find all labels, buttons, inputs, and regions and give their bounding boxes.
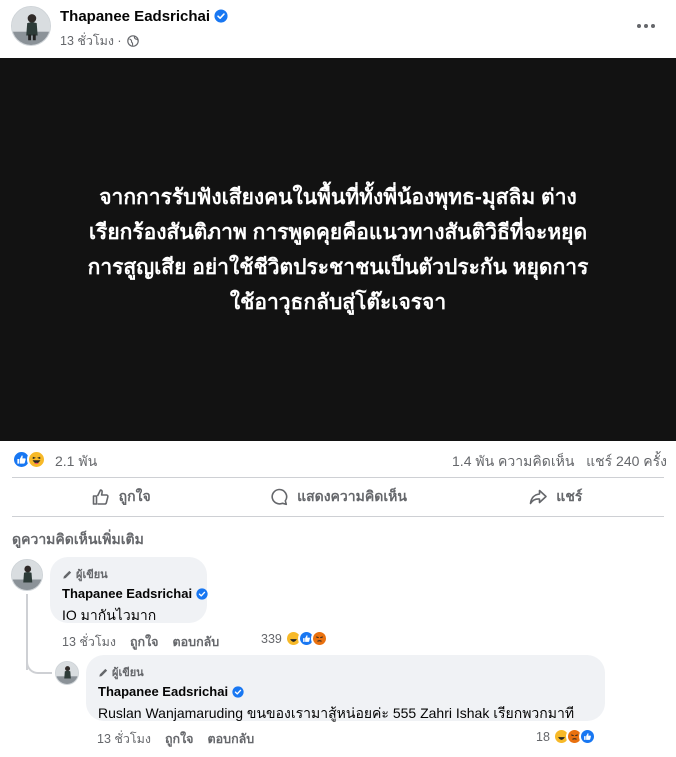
post-time[interactable]: 13 ชั่วโมง	[60, 34, 114, 48]
comment-like-button[interactable]: ถูกใจ	[130, 632, 159, 652]
author-badge: ผู้เขียน	[98, 663, 593, 681]
comment-reactions-count: 339	[261, 631, 282, 646]
reply-author[interactable]: Thapanee Eadsrichai	[98, 684, 593, 699]
haha-reaction-icon	[27, 450, 46, 469]
thread-connector	[26, 656, 52, 674]
author-badge-label: ผู้เขียน	[76, 569, 108, 581]
share-icon	[529, 489, 548, 505]
verified-icon	[232, 686, 244, 698]
comment-author[interactable]: Thapanee Eadsrichai	[62, 586, 208, 601]
comment-icon	[271, 488, 288, 506]
reply-actions: 13 ชั่วโมง ถูกใจ ตอบกลับ	[97, 729, 254, 749]
pencil-icon	[63, 570, 72, 579]
verified-icon	[196, 588, 208, 600]
view-more-comments[interactable]: ดูความคิดเห็นเพิ่มเติม	[12, 529, 144, 551]
post-meta: 13 ชั่วโมง ·	[60, 31, 139, 51]
reply-reactions[interactable]: 18	[536, 728, 596, 745]
reply-time[interactable]: 13 ชั่วโมง	[97, 729, 151, 749]
author-name[interactable]: Thapanee Eadsrichai	[60, 8, 228, 25]
reply-avatar[interactable]	[55, 661, 79, 685]
shares-count[interactable]: แชร์ 240 ครั้ง	[586, 453, 667, 469]
comment-actions: 13 ชั่วโมง ถูกใจ ตอบกลับ	[62, 632, 219, 652]
comment-bubble: ผู้เขียน Thapanee Eadsrichai IO มากันไวม…	[50, 557, 208, 623]
meta-separator: ·	[117, 34, 122, 48]
reply-reactions-count: 18	[536, 729, 550, 744]
post-header: Thapanee Eadsrichai 13 ชั่วโมง ·	[0, 0, 676, 58]
reply-author-name[interactable]: Thapanee Eadsrichai	[98, 684, 228, 699]
comment-label: แสดงความคิดเห็น	[297, 488, 407, 504]
reply-text: Ruslan Wanjamaruding ขนของเรามาสู้หน่อยค…	[98, 705, 575, 721]
post-actions: ถูกใจ แสดงความคิดเห็น แชร์	[12, 477, 664, 517]
reaction-icons[interactable]	[12, 450, 46, 469]
post-image[interactable]: จากการรับฟังเสียงคนในพื้นที่ทั้งพี่น้องพ…	[0, 58, 676, 441]
post-image-text: จากการรับฟังเสียงคนในพื้นที่ทั้งพี่น้องพ…	[87, 185, 589, 314]
stats-right: 1.4 พัน ความคิดเห็น แชร์ 240 ครั้ง	[452, 451, 667, 473]
globe-icon	[127, 35, 139, 47]
author-badge-label: ผู้เขียน	[112, 667, 144, 679]
verified-icon	[214, 9, 228, 23]
like-reaction-icon	[578, 728, 596, 745]
comments-count[interactable]: 1.4 พัน ความคิดเห็น	[452, 453, 574, 469]
angry-reaction-icon	[310, 630, 328, 647]
reply-like-button[interactable]: ถูกใจ	[165, 729, 194, 749]
like-button[interactable]: ถูกใจ	[12, 478, 229, 516]
share-button[interactable]: แชร์	[447, 478, 664, 516]
comment-button[interactable]: แสดงความคิดเห็น	[229, 478, 446, 516]
comment-text: IO มากันไวมาก	[62, 607, 157, 623]
reply-reply-button[interactable]: ตอบกลับ	[208, 729, 255, 749]
like-label: ถูกใจ	[118, 488, 151, 504]
post-stats: 2.1 พัน 1.4 พัน ความคิดเห็น แชร์ 240 ครั…	[0, 441, 676, 477]
comment-time[interactable]: 13 ชั่วโมง	[62, 632, 116, 652]
reply-bubble: ผู้เขียน Thapanee Eadsrichai Ruslan Wanj…	[86, 655, 605, 721]
comment-reactions[interactable]: 339	[261, 630, 328, 647]
comment-avatar[interactable]	[11, 559, 43, 591]
reactions-count[interactable]: 2.1 พัน	[55, 451, 97, 473]
pencil-icon	[99, 668, 108, 677]
comment-author-name[interactable]: Thapanee Eadsrichai	[62, 586, 192, 601]
author-avatar[interactable]	[11, 6, 51, 46]
thumbs-up-icon	[92, 489, 109, 505]
author-badge: ผู้เขียน	[62, 565, 195, 583]
author-name-text[interactable]: Thapanee Eadsrichai	[60, 8, 210, 25]
comment-reply-button[interactable]: ตอบกลับ	[173, 632, 220, 652]
more-icon[interactable]	[634, 14, 658, 38]
share-label: แชร์	[556, 488, 583, 504]
